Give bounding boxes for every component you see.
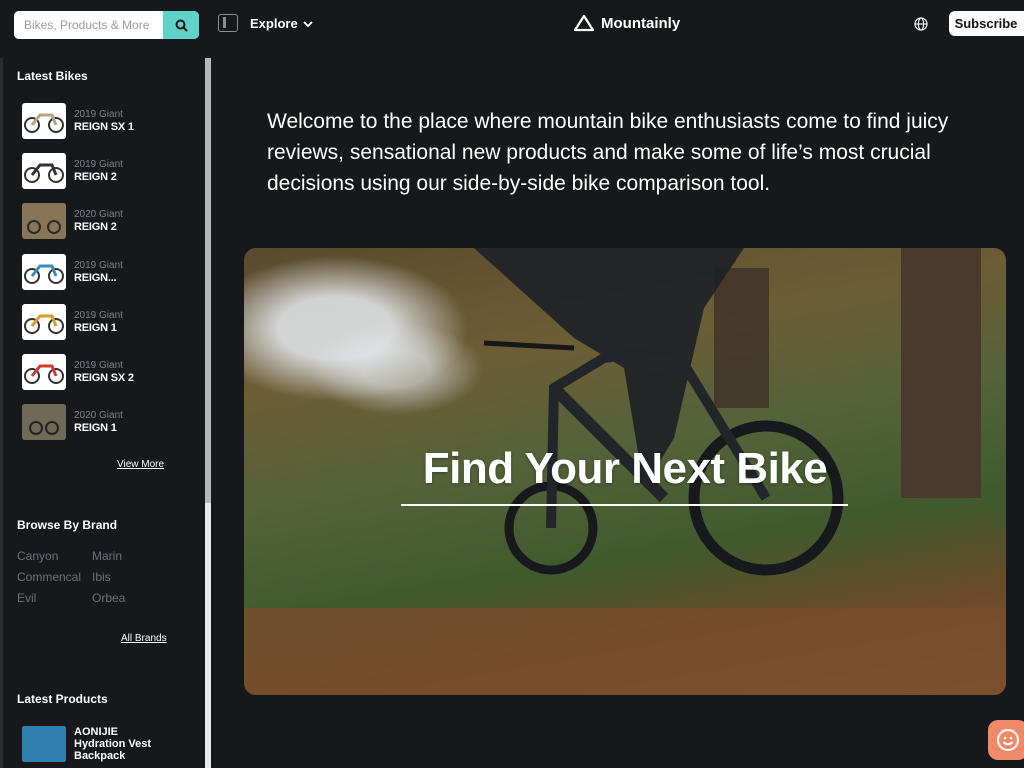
globe-icon[interactable] [914,17,928,31]
bike-item[interactable]: 2019 Giant REIGN SX 1 [22,102,192,140]
sidebar-edge [0,58,3,768]
search-button[interactable] [163,11,199,39]
hero-underline [401,504,848,506]
bike-thumbnail [22,203,66,239]
bike-name: REIGN 1 [74,422,117,434]
bike-item[interactable]: 2020 Giant REIGN 2 [22,202,192,240]
explore-label: Explore [250,16,298,31]
mountain-logo-icon [573,14,595,32]
bike-name: REIGN 2 [74,171,117,183]
bike-name: REIGN... [74,272,117,284]
bike-thumbnail [22,153,66,189]
bike-thumbnail [22,404,66,440]
bike-thumbnail [22,254,66,290]
hero-banner[interactable]: Find Your Next Bike [244,248,1006,695]
bike-name: REIGN SX 2 [74,372,134,384]
bike-year: 2019 Giant [74,159,123,170]
latest-bikes-title: Latest Bikes [17,69,88,83]
site-logo[interactable]: Mountainly [573,14,680,32]
brand-link-commencal[interactable]: Commencal [17,570,81,584]
panel-toggle-icon[interactable] [218,14,238,32]
search-box [14,11,199,39]
bike-item[interactable]: 2019 Giant REIGN 2 [22,152,192,190]
browse-brand-title: Browse By Brand [17,518,118,532]
bike-item[interactable]: 2020 Giant REIGN 1 [22,403,192,441]
bike-item[interactable]: 2019 Giant REIGN SX 2 [22,353,192,391]
bike-item[interactable]: 2019 Giant REIGN 1 [22,303,192,341]
search-icon [175,19,188,32]
bike-name: REIGN SX 1 [74,121,134,133]
brand-link-orbea[interactable]: Orbea [92,591,125,605]
intro-text: Welcome to the place where mountain bike… [267,110,949,195]
bike-item[interactable]: 2019 Giant REIGN... [22,253,192,291]
main-content: Welcome to the place where mountain bike… [211,48,1024,768]
brand-link-evil[interactable]: Evil [17,591,36,605]
bike-name: REIGN 2 [74,221,117,233]
bike-thumbnail [22,354,66,390]
explore-menu[interactable]: Explore [250,16,313,31]
brand-link-ibis[interactable]: Ibis [92,570,111,584]
bike-year: 2020 Giant [74,209,123,220]
product-name: AONIJIE Hydration Vest Backpack [74,726,152,762]
hero-title[interactable]: Find Your Next Bike [402,444,848,494]
chat-button[interactable] [988,720,1024,760]
subscribe-button[interactable]: Subscribe [949,11,1024,36]
chat-smile-icon [997,729,1019,751]
all-brands-link[interactable]: All Brands [121,633,167,644]
bike-year: 2019 Giant [74,360,123,371]
bike-year: 2019 Giant [74,310,123,321]
chevron-down-icon [303,20,313,27]
bike-thumbnail [22,304,66,340]
search-input[interactable] [14,11,163,39]
latest-products-title: Latest Products [17,692,108,706]
bike-year: 2019 Giant [74,109,123,120]
bike-name: REIGN 1 [74,322,117,334]
bike-thumbnail [22,103,66,139]
sidebar: Latest Bikes 2019 Giant REIGN SX 1 2019 G… [0,58,205,768]
brand-name: Mountainly [601,14,681,32]
product-item[interactable]: AONIJIE Hydration Vest Backpack [22,724,197,764]
product-thumbnail [22,726,66,762]
bike-year: 2019 Giant [74,260,123,271]
top-bar: Explore Mountainly Subscribe [0,0,1024,48]
brand-link-marin[interactable]: Marin [92,549,122,563]
view-more-link[interactable]: View More [117,459,164,470]
brand-link-canyon[interactable]: Canyon [17,549,58,563]
bike-year: 2020 Giant [74,410,123,421]
